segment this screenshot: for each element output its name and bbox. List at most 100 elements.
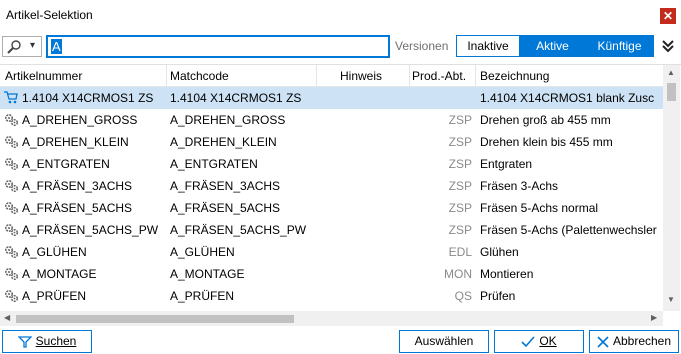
cell-artikelnummer: A_ENTGRATEN [22, 157, 110, 171]
cell-matchcode: A_PRÜFEN [170, 289, 235, 303]
search-input[interactable]: A [46, 35, 390, 58]
cell-artikelnummer: A_MONTAGE [22, 267, 97, 281]
abbrechen-button[interactable]: Abbrechen [589, 330, 679, 353]
gears-icon [4, 113, 19, 127]
table-row[interactable]: A_PRÜFEN A_PRÜFEN QS Prüfen [0, 285, 663, 307]
cell-artikelnummer: A_PRÜFEN [22, 289, 87, 303]
cell-artikelnummer: A_DREHEN_KLEIN [22, 135, 129, 149]
versionen-label: Versionen [395, 39, 449, 53]
scroll-right-icon[interactable]: ▶ [651, 313, 657, 322]
grid-header: Artikelnummer Matchcode Hinweis Prod.-Ab… [0, 65, 663, 87]
cell-prod-abt: ZSP [448, 201, 472, 215]
cell-prod-abt: QS [454, 289, 472, 303]
chevron-down-icon: ▾ [30, 40, 36, 51]
article-grid: Artikelnummer Matchcode Hinweis Prod.-Ab… [0, 64, 681, 326]
gears-icon [4, 157, 19, 171]
cell-artikelnummer: A_FRÄSEN_3ACHS [22, 179, 133, 193]
gears-icon [4, 267, 19, 281]
search-mode-dropdown[interactable]: ▾ [2, 36, 42, 57]
cell-matchcode: A_FRÄSEN_5ACHS_PW [170, 223, 307, 237]
column-divider[interactable] [475, 65, 476, 87]
cell-bezeichnung: Glühen [480, 245, 519, 259]
table-row[interactable]: A_FRÄSEN_5ACHS A_FRÄSEN_5ACHS ZSP Fräsen 5-… [0, 197, 663, 219]
column-header-matchcode[interactable]: Matchcode [170, 69, 229, 83]
cell-prod-abt: ZSP [448, 157, 472, 171]
column-divider[interactable] [166, 65, 167, 87]
column-divider[interactable] [316, 65, 317, 87]
column-divider[interactable] [409, 65, 410, 87]
close-icon [597, 336, 609, 348]
cell-prod-abt: EDL [448, 245, 472, 259]
cell-prod-abt: ZSP [448, 135, 472, 149]
auswaehlen-label: Auswählen [414, 334, 474, 348]
table-row[interactable]: A_DREHEN_GROSS A_DREHEN_GROSS ZSP Drehen gr… [0, 109, 663, 131]
cell-artikelnummer: A_FRÄSEN_5ACHS_PW [22, 223, 159, 237]
vertical-scroll-thumb[interactable] [667, 83, 676, 101]
ok-label: OK [539, 334, 557, 348]
column-header-artikelnummer[interactable]: Artikelnummer [5, 69, 82, 83]
cell-bezeichnung: Fräsen 5-Achs (Palettenwechsler [480, 223, 657, 237]
column-header-prod-abt[interactable]: Prod.-Abt. [412, 69, 466, 83]
scroll-left-icon[interactable]: ◀ [4, 313, 10, 322]
window-title: Artikel-Selektion [6, 8, 93, 22]
cell-bezeichnung: Drehen klein bis 455 mm [480, 135, 613, 149]
cell-prod-abt: ZSP [448, 113, 472, 127]
double-chevron-down-icon[interactable] [660, 38, 676, 54]
table-row[interactable]: A_GLÜHEN A_GLÜHEN EDL Glühen [0, 241, 663, 263]
cell-matchcode: A_FRÄSEN_5ACHS [170, 201, 281, 215]
cell-bezeichnung: Drehen groß ab 455 mm [480, 113, 611, 127]
cell-bezeichnung: Prüfen [480, 289, 516, 303]
cell-matchcode: 1.4104 X14CRMOS1 ZS [170, 91, 302, 105]
cell-bezeichnung: Fräsen 3-Achs [480, 179, 559, 193]
grid-rows: 1.4104 X14CRMOS1 ZS 1.4104 X14CRMOS1 ZS 1.… [0, 87, 663, 311]
cell-matchcode: A_FRÄSEN_3ACHS [170, 179, 281, 193]
gears-icon [4, 135, 19, 149]
table-row[interactable]: A_FRÄSEN_3ACHS A_FRÄSEN_3ACHS ZSP Fräsen 3-… [0, 175, 663, 197]
tab-kuenftige[interactable]: Künftige [585, 35, 654, 57]
abbrechen-label: Abbrechen [612, 334, 672, 348]
gears-icon [4, 201, 19, 215]
column-header-bezeichnung[interactable]: Bezeichnung [480, 69, 549, 83]
cell-matchcode: A_DREHEN_KLEIN [170, 135, 277, 149]
cart-icon [4, 91, 18, 104]
ok-button[interactable]: OK [494, 330, 584, 353]
filter-icon [17, 336, 33, 348]
scroll-down-icon[interactable]: ▼ [667, 295, 675, 304]
cell-artikelnummer: A_FRÄSEN_5ACHS [22, 201, 133, 215]
cell-artikelnummer: A_GLÜHEN [22, 245, 87, 259]
vertical-scrollbar[interactable]: ▲ ▼ [663, 65, 680, 311]
tab-inaktive[interactable]: Inaktive [456, 35, 520, 57]
scroll-up-icon[interactable]: ▲ [667, 68, 675, 77]
close-button[interactable]: ✕ [660, 8, 676, 24]
suchen-label: Suchen [35, 334, 77, 348]
cell-bezeichnung: Entgraten [480, 157, 533, 171]
search-input-value: A [51, 39, 62, 54]
cell-prod-abt: ZSP [448, 179, 472, 193]
gears-icon [4, 223, 19, 237]
table-row[interactable]: A_MONTAGE A_MONTAGE MON Montieren [0, 263, 663, 285]
cell-prod-abt: ZSP [448, 223, 472, 237]
cell-matchcode: A_GLÜHEN [170, 245, 235, 259]
gears-icon [4, 179, 19, 193]
table-row[interactable]: A_DREHEN_KLEIN A_DREHEN_KLEIN ZSP Drehen kl… [0, 131, 663, 153]
auswaehlen-button[interactable]: Auswählen [399, 330, 489, 353]
check-icon [521, 336, 535, 347]
gears-icon [4, 289, 19, 303]
cell-matchcode: A_DREHEN_GROSS [170, 113, 286, 127]
suchen-button[interactable]: Suchen [2, 330, 92, 353]
cell-bezeichnung: Montieren [480, 267, 534, 281]
cell-artikelnummer: 1.4104 X14CRMOS1 ZS [22, 91, 154, 105]
tab-aktive[interactable]: Aktive [520, 35, 585, 57]
cell-prod-abt: MON [444, 267, 472, 281]
horizontal-scroll-thumb[interactable] [16, 315, 294, 323]
table-row[interactable]: A_FRÄSEN_5ACHS_PW A_FRÄSEN_5ACHS_PW ZSP Frä… [0, 219, 663, 241]
cell-bezeichnung: Fräsen 5-Achs normal [480, 201, 599, 215]
cell-matchcode: A_MONTAGE [170, 267, 245, 281]
search-icon [7, 40, 21, 54]
title-bar: Artikel-Selektion ✕ [0, 0, 681, 30]
gears-icon [4, 245, 19, 259]
table-row[interactable]: A_ENTGRATEN A_ENTGRATEN ZSP Entgraten [0, 153, 663, 175]
column-header-hinweis[interactable]: Hinweis [340, 69, 382, 83]
table-row[interactable]: 1.4104 X14CRMOS1 ZS 1.4104 X14CRMOS1 ZS 1.… [0, 87, 663, 109]
horizontal-scrollbar[interactable]: ◀ ▶ [0, 311, 663, 326]
